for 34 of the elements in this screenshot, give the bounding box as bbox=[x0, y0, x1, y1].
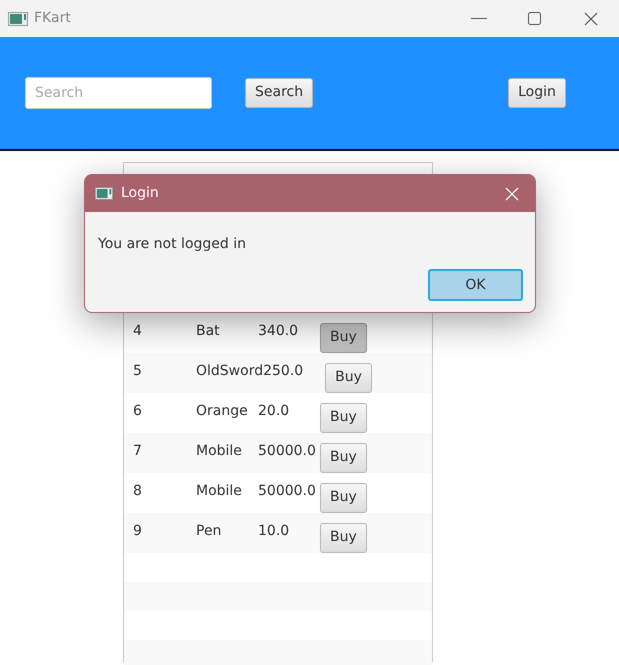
search-button[interactable]: Search bbox=[245, 78, 314, 108]
close-icon[interactable] bbox=[505, 186, 519, 200]
product-price: 10.0 bbox=[258, 522, 290, 541]
product-id: 7 bbox=[133, 442, 143, 461]
ok-button[interactable]: OK bbox=[428, 269, 523, 301]
product-name: Mobile bbox=[196, 482, 243, 501]
buy-button[interactable]: Buy bbox=[320, 523, 367, 553]
app-icon bbox=[8, 12, 28, 26]
product-price: 50000.0 bbox=[258, 442, 317, 461]
product-price: 250.0 bbox=[263, 362, 304, 381]
product-name: Bat bbox=[196, 322, 221, 341]
product-price: 50000.0 bbox=[258, 482, 317, 501]
buy-button[interactable]: Buy bbox=[320, 483, 367, 513]
product-id: 4 bbox=[133, 322, 143, 341]
dialog-title: Login bbox=[121, 184, 159, 203]
product-name: Orange bbox=[196, 402, 249, 421]
window-title: FKart bbox=[34, 9, 71, 28]
buy-button[interactable]: Buy bbox=[320, 443, 367, 473]
product-price: 20.0 bbox=[258, 402, 290, 421]
product-name: Mobile bbox=[196, 442, 243, 461]
product-id: 9 bbox=[133, 522, 143, 541]
product-price: 340.0 bbox=[258, 322, 300, 341]
search-field[interactable]: Search bbox=[25, 77, 212, 109]
buy-button[interactable]: Buy bbox=[320, 403, 367, 433]
product-name: OldSword bbox=[196, 362, 264, 381]
product-name: Pen bbox=[196, 522, 222, 541]
dialog-message: You are not logged in bbox=[98, 236, 246, 252]
app-icon bbox=[95, 187, 113, 200]
product-id: 8 bbox=[133, 482, 143, 501]
buy-button[interactable]: Buy bbox=[325, 363, 372, 393]
product-id: 6 bbox=[133, 402, 143, 421]
buy-button[interactable]: Buy bbox=[320, 323, 367, 353]
login-button[interactable]: Login bbox=[508, 78, 566, 108]
product-id: 5 bbox=[133, 362, 143, 381]
